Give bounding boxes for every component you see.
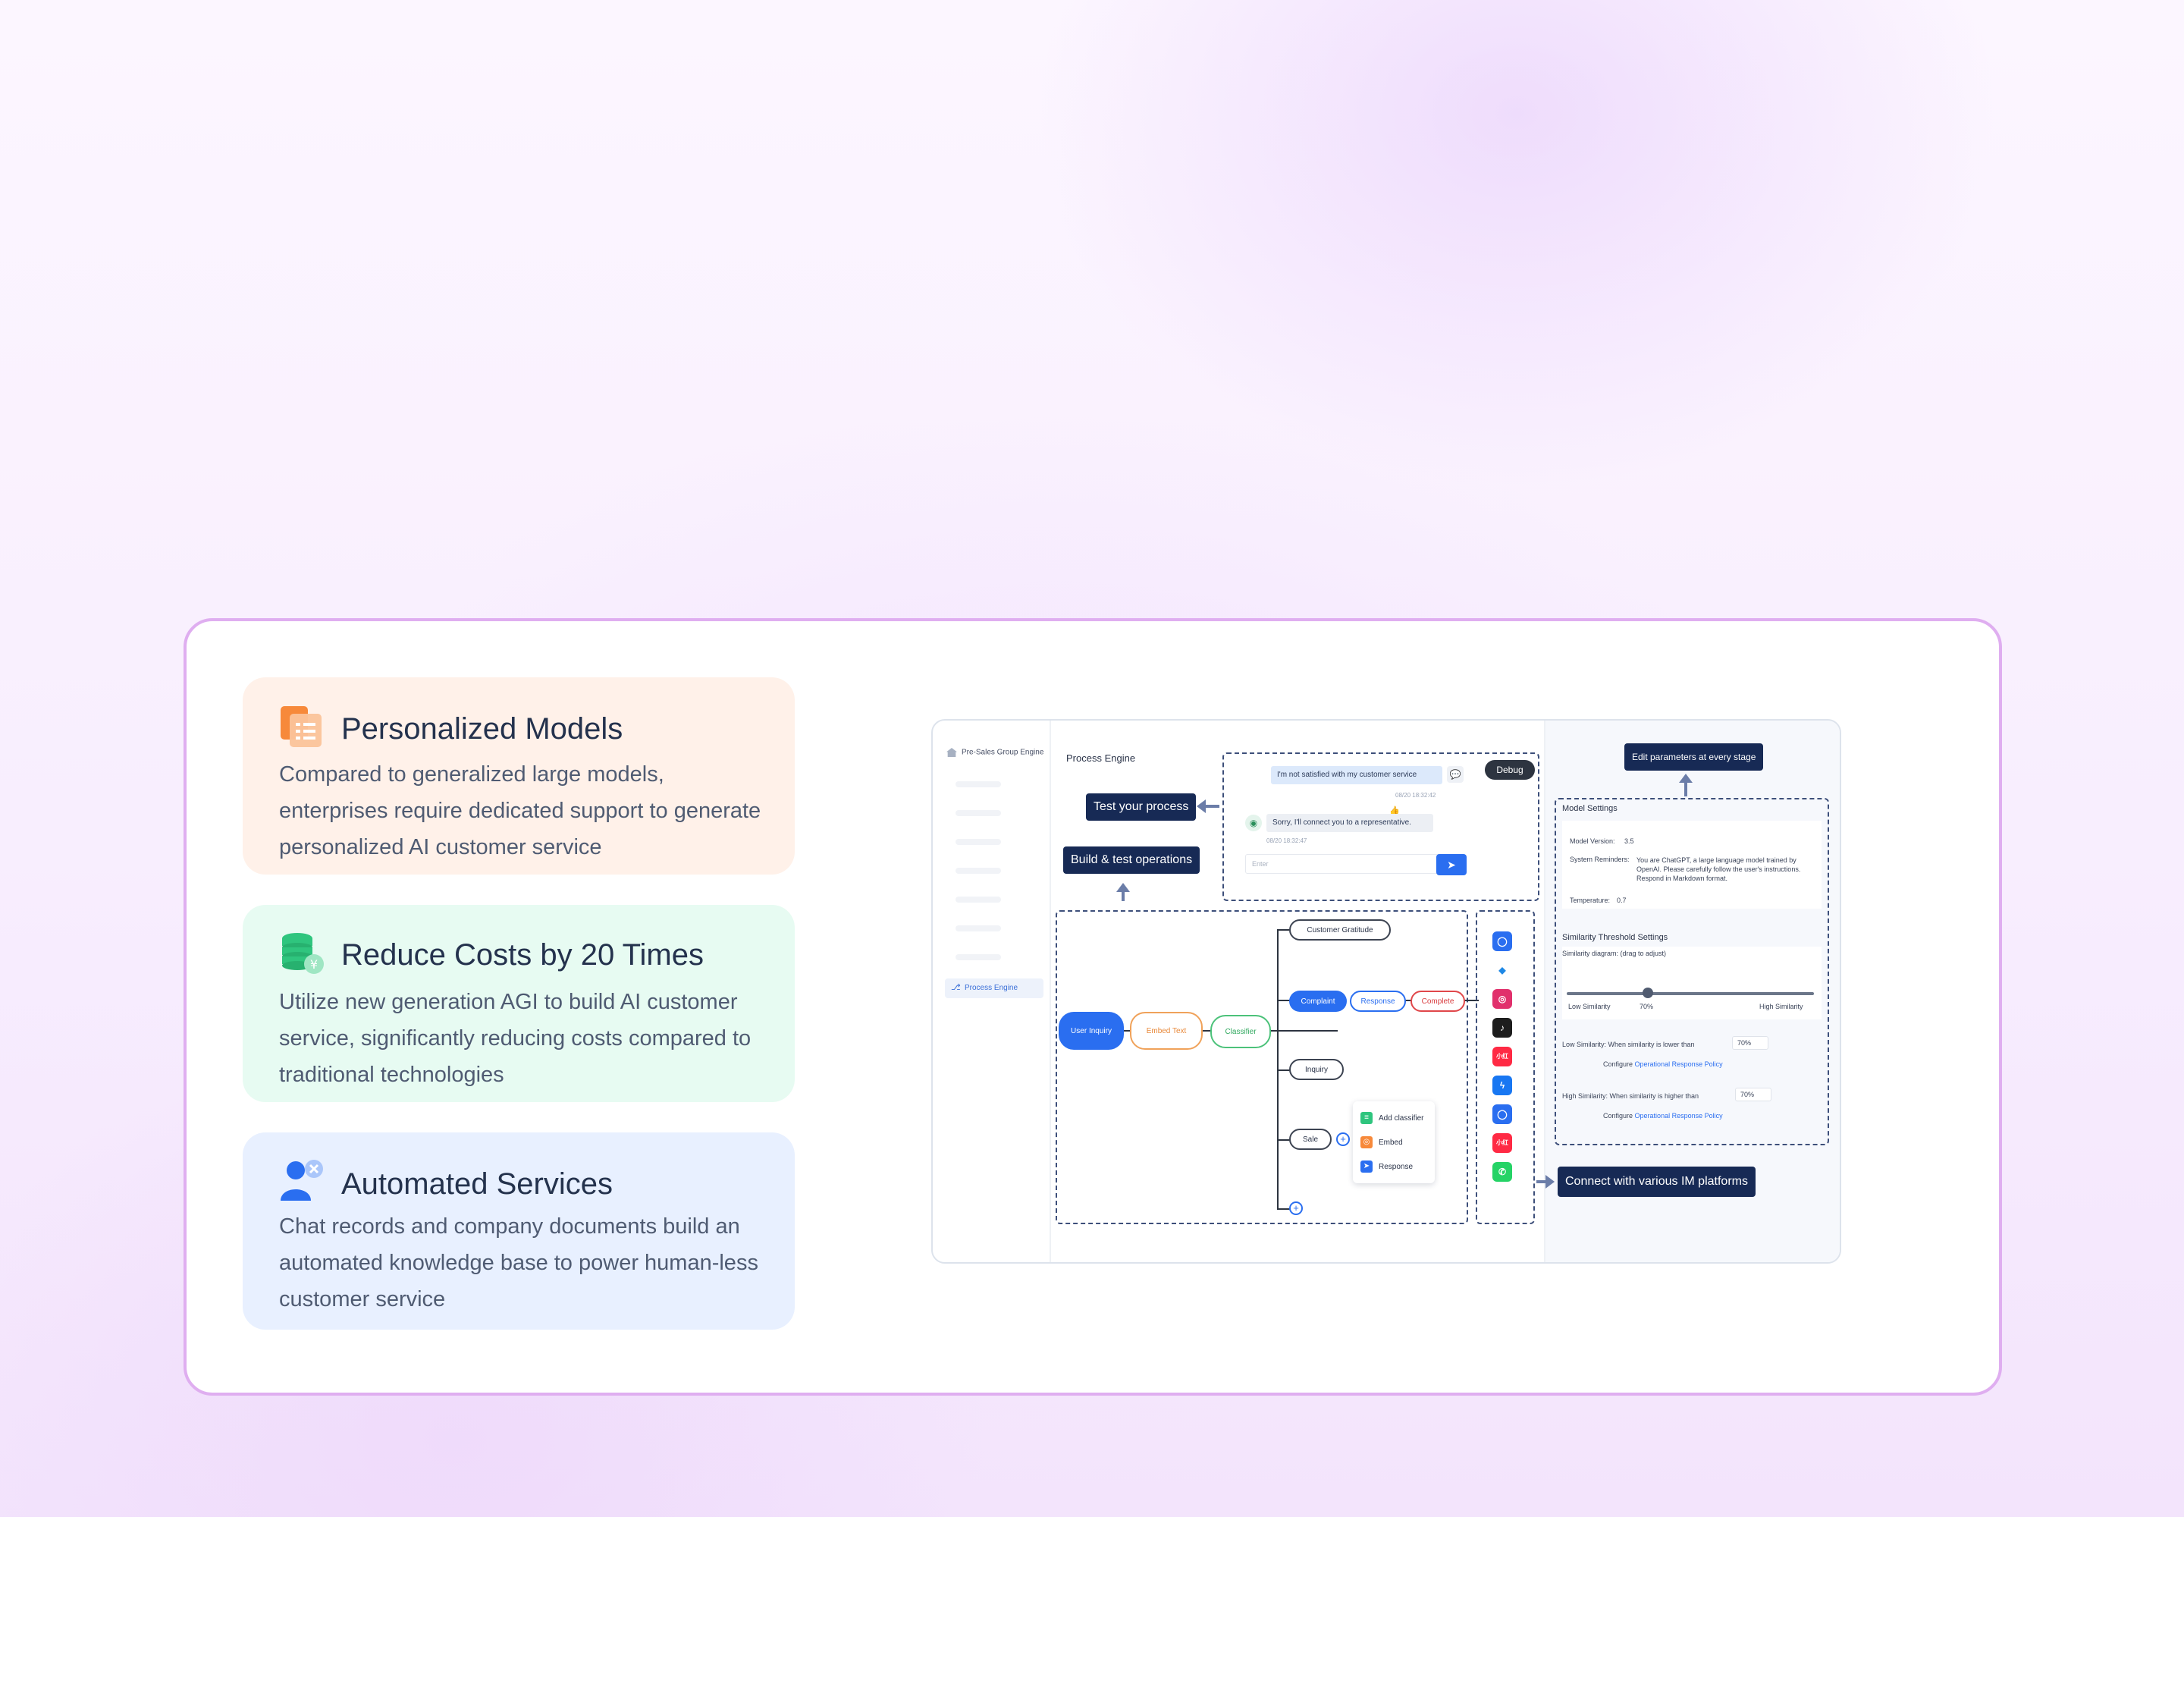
high-configure-row: Configure Operational Response Policy (1603, 1112, 1723, 1120)
callout-test-process: Test your process (1086, 793, 1197, 821)
whatsapp-icon[interactable]: ✆ (1492, 1162, 1512, 1182)
sidebar-group-title[interactable]: Pre-Sales Group Engine (946, 748, 1043, 757)
flow-connector (1277, 929, 1279, 1208)
node-classifier[interactable]: Classifier (1210, 1015, 1271, 1048)
callout-edit-parameters: Edit parameters at every stage (1624, 743, 1764, 771)
document-list-icon (281, 706, 322, 747)
model-settings-title: Model Settings (1562, 804, 1618, 813)
feature-title: Reduce Costs by 20 Times (341, 938, 704, 972)
arrow-stem (1204, 805, 1219, 808)
node-complaint[interactable]: Complaint (1289, 991, 1347, 1012)
feature-title: Automated Services (341, 1167, 613, 1201)
callout-build-operations: Build & test operations (1063, 846, 1200, 874)
system-reminders-value[interactable]: You are ChatGPT, a large language model … (1636, 856, 1820, 883)
sidebar-placeholder-item[interactable] (956, 954, 1001, 960)
feature-description: Chat records and company documents build… (279, 1214, 758, 1311)
menu-item-embed[interactable]: ◎ Embed (1360, 1136, 1403, 1148)
instagram-icon[interactable]: ◎ (1492, 989, 1512, 1009)
page-title: Process Engine (1066, 752, 1136, 764)
mockup-sidebar: Pre-Sales Group Engine Process Engine (933, 721, 1051, 1262)
temperature-label: Temperature: (1570, 897, 1611, 904)
bot-message-bubble: Sorry, I'll connect you to a representat… (1266, 814, 1433, 832)
menu-item-add-classifier[interactable]: ≡ Add classifier (1360, 1112, 1423, 1124)
node-customer-gratitude[interactable]: Customer Gratitude (1289, 919, 1391, 941)
low-policy-link[interactable]: Operational Response Policy (1635, 1060, 1723, 1068)
feature-description: Compared to generalized large models, en… (279, 762, 761, 859)
system-reminders-label: System Reminders: (1570, 856, 1630, 863)
model-version-label: Model Version: (1570, 837, 1615, 845)
high-similarity-stepper[interactable]: 70% (1735, 1088, 1771, 1101)
temperature-value[interactable]: 0.7 (1617, 897, 1627, 904)
similarity-slider-handle[interactable] (1643, 988, 1653, 998)
chat-bubble-icon[interactable]: ◯ (1492, 931, 1512, 951)
user-message-bubble: I'm not satisfied with my customer servi… (1271, 766, 1442, 784)
node-inquiry[interactable]: Inquiry (1289, 1059, 1344, 1080)
send-button[interactable]: ➤ (1436, 854, 1467, 875)
arrow-stem (1122, 890, 1125, 901)
user-message-time: 08/20 18:32:42 (1395, 792, 1436, 799)
page-footer-area (0, 1517, 2184, 1696)
model-version-value[interactable]: 3.5 (1624, 837, 1634, 845)
node-embed-text[interactable]: Embed Text (1130, 1012, 1203, 1050)
node-complete[interactable]: Complete (1410, 991, 1465, 1012)
similarity-slider[interactable] (1567, 992, 1814, 995)
low-similarity-label: Low Similarity (1568, 1003, 1611, 1010)
chat-bubble-icon[interactable]: ◯ (1492, 1104, 1512, 1124)
sidebar-placeholder-item[interactable] (956, 925, 1001, 931)
feature-reduce-costs: ¥ Reduce Costs by 20 Times Utilize new g… (243, 905, 795, 1102)
bird-icon[interactable]: ◆ (1492, 960, 1512, 980)
tiktok-icon[interactable]: ♪ (1492, 1018, 1512, 1038)
add-node-menu: ≡ Add classifier ◎ Embed ➤ Response (1353, 1101, 1435, 1183)
feature-title: Personalized Models (341, 712, 623, 746)
embed-icon: ◎ (1360, 1136, 1373, 1148)
similarity-hint: Similarity diagram: (drag to adjust) (1562, 950, 1667, 957)
sidebar-placeholder-item[interactable] (956, 839, 1001, 845)
sidebar-placeholder-item[interactable] (956, 868, 1001, 874)
node-sale[interactable]: Sale (1289, 1129, 1332, 1150)
feature-automated-services: Automated Services Chat records and comp… (243, 1132, 795, 1330)
add-node-icon[interactable]: + (1336, 1132, 1350, 1146)
send-icon: ➤ (1360, 1161, 1373, 1173)
node-user-inquiry[interactable]: User Inquiry (1059, 1012, 1124, 1050)
chat-input[interactable]: Enter (1245, 854, 1442, 874)
coin-stack-icon: ¥ (282, 933, 324, 974)
arrow-stem (1684, 781, 1687, 796)
high-policy-link[interactable]: Operational Response Policy (1635, 1112, 1723, 1120)
messenger-icon[interactable]: ϟ (1492, 1076, 1512, 1095)
user-avatar-icon: 💬 (1447, 766, 1464, 783)
similarity-value-label: 70% (1640, 1003, 1654, 1010)
home-icon (946, 748, 957, 757)
red-app-icon[interactable]: 小红 (1492, 1133, 1512, 1153)
svg-text:¥: ¥ (310, 957, 318, 972)
sidebar-item-process-engine[interactable]: Process Engine (945, 978, 1043, 998)
menu-item-response[interactable]: ➤ Response (1360, 1161, 1413, 1173)
node-response[interactable]: Response (1350, 991, 1406, 1012)
low-similarity-stepper[interactable]: 70% (1732, 1036, 1768, 1050)
process-engine-screenshot: Pre-Sales Group Engine Process Engine Pr… (931, 719, 1841, 1264)
low-similarity-rule: Low Similarity: When similarity is lower… (1562, 1041, 1695, 1048)
sidebar-placeholder-item[interactable] (956, 897, 1001, 903)
sidebar-placeholder-item[interactable] (956, 781, 1001, 787)
feature-description: Utilize new generation AGI to build AI c… (279, 990, 752, 1087)
high-similarity-rule: High Similarity: When similarity is high… (1562, 1092, 1699, 1100)
red-app-icon[interactable]: 小红 (1492, 1047, 1512, 1066)
bot-avatar-icon: ◉ (1245, 815, 1262, 831)
classifier-icon: ≡ (1360, 1112, 1373, 1124)
user-automation-icon (281, 1160, 323, 1201)
bot-message-time: 08/20 18:32:47 (1266, 837, 1307, 844)
add-node-icon[interactable]: + (1289, 1201, 1303, 1215)
debug-button[interactable]: Debug (1485, 760, 1535, 780)
feature-personalized-models: Personalized Models Compared to generali… (243, 677, 795, 875)
sidebar-placeholder-item[interactable] (956, 810, 1001, 816)
arrow-right-icon (1545, 1175, 1555, 1189)
callout-connect-im: Connect with various IM platforms (1558, 1167, 1756, 1197)
similarity-title: Similarity Threshold Settings (1562, 933, 1668, 942)
high-similarity-label: High Similarity (1759, 1003, 1803, 1010)
low-configure-row: Configure Operational Response Policy (1603, 1060, 1723, 1068)
